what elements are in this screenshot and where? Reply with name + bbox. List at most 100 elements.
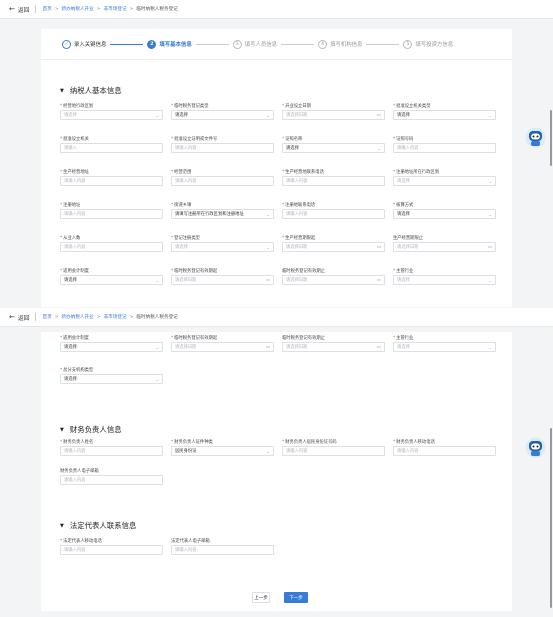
select-field[interactable]: 请填写注册所在行政区划和注册地址 ⌄ [171, 209, 274, 219]
previous-step-button[interactable]: 上一步 [252, 592, 270, 603]
form-field: *法定代表人移动电话 请输入内容 [60, 538, 163, 555]
select-field[interactable]: 请选择 ⌄ [393, 209, 496, 219]
required-marker: * [60, 236, 63, 241]
breadcrumb-new-taxpayer[interactable]: 新办纳税人开业 [62, 6, 94, 12]
screen-bottom: ← 返回 首页 > 新办纳税人开业 > 非市场登记 > 临时纳税人税务登记 ▼ 财务负责人… [0, 308, 553, 617]
text-input[interactable]: 请输入内容 [60, 545, 163, 555]
required-marker: * [171, 336, 174, 341]
chevron-down-icon: ⌄ [266, 112, 270, 118]
text-input[interactable]: 请输入内容 [60, 209, 163, 219]
check-icon: ✓ [62, 39, 71, 49]
form-card: ✓ 录入关键信息 2 填写基本信息 3 填写人员信息 4 填写机构信息 5 填写投资方信息… [41, 29, 512, 307]
select-field[interactable]: 居民身份证 ⌄ [171, 446, 274, 456]
form-field: *登记注册类型 请选择 ⌄ [171, 235, 274, 252]
form-field: *适用会计制度 请选择 ⌄ [60, 268, 163, 285]
select-field[interactable]: 请选择 ⌄ [393, 110, 496, 120]
text-input[interactable]: 请输入内容 [282, 446, 385, 456]
select-field[interactable]: 请选择 ⌄ [60, 374, 163, 384]
text-input[interactable]: 请输入内容 [60, 446, 163, 456]
chevron-down-icon: ⌄ [488, 178, 492, 184]
robot-assistant-icon [525, 127, 546, 148]
date-field[interactable]: 请选择日期 ▭ [171, 342, 274, 352]
field-label: *总分支机构类型 [60, 368, 94, 373]
select-field[interactable]: 请选择 ⌄ [393, 342, 496, 352]
field-label: *登记注册类型 [171, 236, 200, 241]
date-field[interactable]: 请选择日期 ▭ [393, 242, 496, 252]
back-button[interactable]: ← 返回 [9, 5, 29, 14]
text-input[interactable]: 请输入内容 [171, 176, 274, 186]
form-field: 生产经营期限止 请选择日期 ▭ [393, 235, 496, 252]
field-label: *核算方式 [393, 203, 414, 208]
required-marker: * [282, 203, 285, 208]
field-label: *开业设立日期 [282, 104, 311, 109]
select-field[interactable]: 请选择 ⌄ [60, 342, 163, 352]
breadcrumb-non-market[interactable]: 非市场登记 [104, 6, 127, 12]
field-label: *批准设立证明或文件号 [171, 137, 218, 142]
top-nav-2: ← 返回 首页 > 新办纳税人开业 > 非市场登记 > 临时纳税人税务登记 [0, 308, 553, 327]
text-input[interactable]: 请输入内容 [60, 475, 163, 485]
select-field[interactable]: 请选择 ⌄ [282, 143, 385, 153]
select-field[interactable]: 请选择 ⌄ [60, 275, 163, 285]
date-field[interactable]: 请选择日期 ▭ [171, 275, 274, 285]
next-step-button[interactable]: 下一步 [284, 592, 308, 603]
field-label: *生产经营地联系电话 [282, 170, 324, 175]
required-marker: * [393, 269, 396, 274]
collapse-triangle-icon: ▼ [60, 522, 64, 529]
form-field: *临时税务登记类型 请选择 ⌄ [171, 103, 274, 120]
required-marker: * [393, 203, 396, 208]
select-field[interactable]: 请选择 ⌄ [171, 242, 274, 252]
breadcrumb-home[interactable]: 首页 [42, 6, 51, 12]
select-field[interactable]: 请选择 ⌄ [393, 275, 496, 285]
date-field[interactable]: 请选择日期 ▭ [282, 242, 385, 252]
field-label: *注册地址 [60, 203, 81, 208]
required-marker: * [171, 203, 174, 208]
required-marker: * [393, 170, 396, 175]
form-field: 财务负责人电子邮箱 请输入内容 [60, 468, 163, 485]
form-field: *注册地联系电话 请输入内容 [282, 202, 385, 219]
date-field[interactable]: 请选择日期 ▭ [282, 110, 385, 120]
required-marker: * [60, 440, 63, 445]
assistant-avatar-2[interactable] [524, 436, 547, 459]
form-field: *证照号码 请输入内容 [393, 136, 496, 153]
text-input[interactable]: 请输入内容 [282, 209, 385, 219]
assistant-avatar[interactable] [524, 126, 547, 149]
required-marker: * [60, 336, 63, 341]
select-field[interactable]: 请选择 ⌄ [171, 110, 274, 120]
chevron-down-icon: ⌄ [488, 344, 492, 350]
form-field: 临时税务登记有效期止 请选择日期 ▭ [282, 335, 385, 352]
calendar-icon: ▭ [265, 277, 270, 283]
field-label: *财务负责人姓名 [60, 440, 94, 445]
select-field[interactable]: 请选择 ⌄ [60, 110, 163, 120]
field-label: *财务负责人居民身份证号码 [282, 440, 337, 445]
field-label: *临时税务登记有效期起 [171, 336, 218, 341]
text-input[interactable]: 请输入内容 [393, 446, 496, 456]
required-marker: * [393, 336, 396, 341]
text-input[interactable]: 请输入 [60, 143, 163, 153]
text-input[interactable]: 请输入内容 [171, 545, 274, 555]
text-input[interactable]: 请输入内容 [282, 176, 385, 186]
select-field[interactable]: 请选择 ⌄ [393, 176, 496, 186]
required-marker: * [171, 440, 174, 445]
step-3: 3 填写人员信息 [232, 39, 277, 49]
back-arrow-icon: ← [9, 313, 15, 321]
date-field[interactable]: 请选择日期 ▭ [282, 275, 385, 285]
chevron-down-icon: ⌄ [488, 211, 492, 217]
field-label: *街道乡镇 [171, 203, 192, 208]
form-field: *临时税务登记有效期起 请选择日期 ▭ [171, 268, 274, 285]
text-input[interactable]: 请输入内容 [60, 176, 163, 186]
field-label: *注册地址所在行政区划 [393, 170, 440, 175]
field-label: *经营范围 [171, 170, 192, 175]
back-button-2[interactable]: ← 返回 [9, 313, 29, 322]
form-field: *主管行业 请选择 ⌄ [393, 268, 496, 285]
text-input[interactable]: 请输入内容 [393, 143, 496, 153]
date-field[interactable]: 请选择日期 ▭ [282, 342, 385, 352]
chevron-down-icon: ⌄ [266, 244, 270, 250]
text-input[interactable]: 请输入内容 [60, 242, 163, 252]
field-label: *注册地联系电话 [282, 203, 316, 208]
required-marker: * [171, 170, 174, 175]
form-field: *生产经营地址 请输入内容 [60, 169, 163, 186]
field-label: 临时税务登记有效期止 [282, 336, 325, 341]
field-label: 临时税务登记有效期止 [282, 269, 325, 274]
text-input[interactable]: 请输入内容 [171, 143, 274, 153]
form-field: *注册地址所在行政区划 请选择 ⌄ [393, 169, 496, 186]
